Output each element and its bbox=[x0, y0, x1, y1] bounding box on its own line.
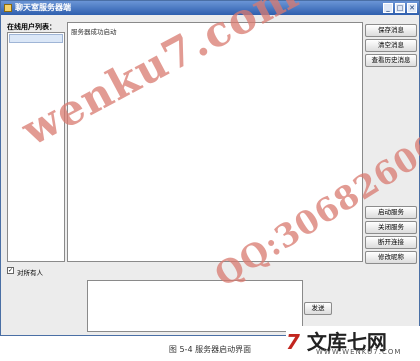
view-history-button[interactable]: 查看历史消息 bbox=[365, 54, 417, 67]
message-input[interactable] bbox=[87, 280, 303, 332]
broadcast-checkbox[interactable]: ✓ bbox=[7, 267, 14, 274]
clear-messages-button[interactable]: 清空消息 bbox=[365, 39, 417, 52]
start-service-button[interactable]: 启动服务 bbox=[365, 206, 417, 219]
list-selection[interactable] bbox=[9, 34, 63, 43]
logo-domain: WWW.WENKU7.COM bbox=[316, 348, 402, 356]
broadcast-checkbox-label: 对所有人 bbox=[17, 269, 43, 277]
disconnect-button[interactable]: 断开连接 bbox=[365, 236, 417, 249]
site-logo: 7 文库七网 WWW.WENKU7.COM bbox=[286, 326, 420, 361]
maximize-icon[interactable]: □ bbox=[395, 3, 405, 13]
user-list-label: 在线用户列表： bbox=[7, 23, 56, 31]
log-line: 服务器成功启动 bbox=[71, 28, 117, 36]
change-nickname-button[interactable]: 修改昵称 bbox=[365, 251, 417, 264]
save-messages-button[interactable]: 保存消息 bbox=[365, 24, 417, 37]
app-icon bbox=[4, 4, 12, 12]
stop-service-button[interactable]: 关闭服务 bbox=[365, 221, 417, 234]
window-title: 聊天室服务器端 bbox=[15, 3, 71, 12]
close-icon[interactable]: ✕ bbox=[407, 3, 417, 13]
minimize-icon[interactable]: _ bbox=[383, 3, 393, 13]
send-button[interactable]: 发送 bbox=[304, 302, 332, 315]
